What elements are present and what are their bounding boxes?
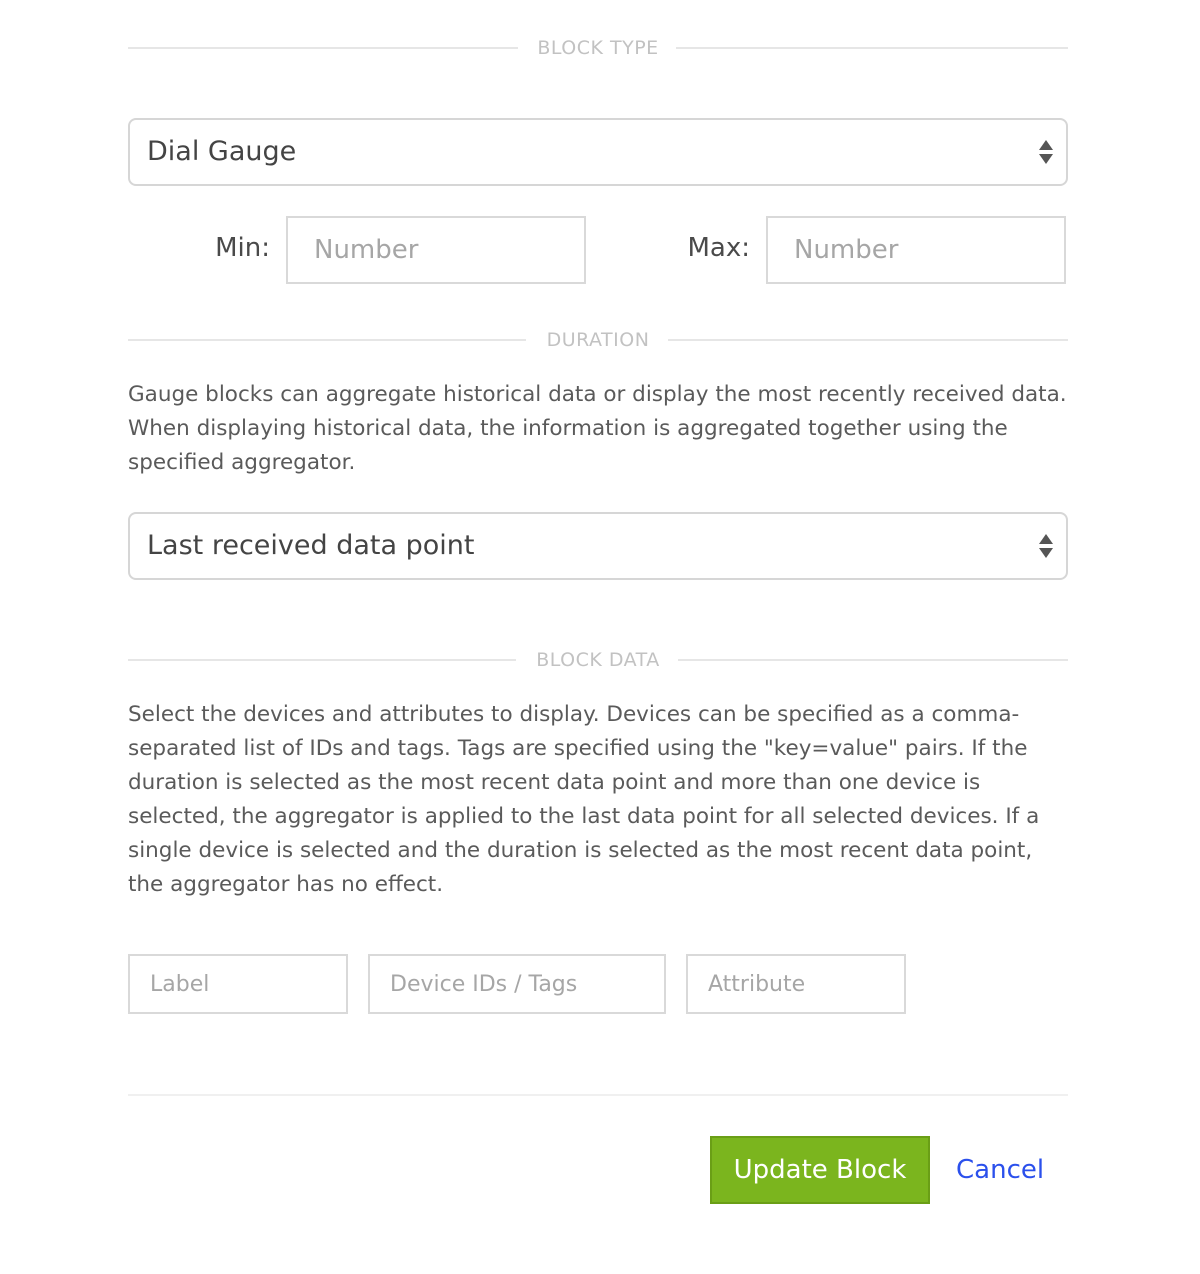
duration-select-value: Last received data point <box>147 530 475 561</box>
block-type-select-value: Dial Gauge <box>147 136 297 167</box>
select-arrows-icon <box>1038 140 1054 166</box>
update-block-button[interactable]: Update Block <box>710 1136 930 1204</box>
section-divider-block-type: BLOCK TYPE <box>128 36 1068 60</box>
min-input[interactable] <box>286 216 586 284</box>
block-data-description: Select the devices and attributes to dis… <box>128 702 1040 897</box>
max-input[interactable] <box>766 216 1066 284</box>
cancel-link[interactable]: Cancel <box>956 1136 1044 1204</box>
attribute-input[interactable] <box>686 954 906 1014</box>
duration-select[interactable]: Last received data point <box>128 512 1068 580</box>
label-input[interactable] <box>128 954 348 1014</box>
footer-divider <box>128 1094 1068 1096</box>
section-divider-block-data: BLOCK DATA <box>128 648 1068 672</box>
min-label: Min: <box>215 233 270 263</box>
section-title-block-data: BLOCK DATA <box>536 649 660 671</box>
max-label: Max: <box>687 233 750 263</box>
block-type-select[interactable]: Dial Gauge <box>128 118 1068 186</box>
device-ids-tags-input[interactable] <box>368 954 666 1014</box>
select-arrows-icon <box>1038 534 1054 560</box>
section-divider-duration: DURATION <box>128 328 1068 352</box>
section-title-duration: DURATION <box>546 329 650 351</box>
section-title-block-type: BLOCK TYPE <box>537 37 659 59</box>
duration-description: Gauge blocks can aggregate historical da… <box>128 382 1067 475</box>
